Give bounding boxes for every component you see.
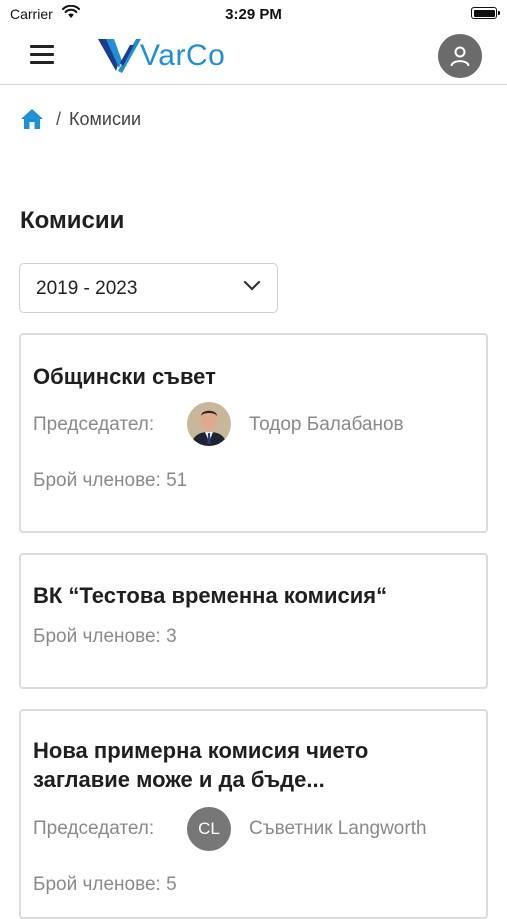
commission-title-line: заглавие може и да бъде...: [33, 767, 325, 792]
clock: 3:29 PM: [225, 6, 282, 23]
varco-logo-mark-icon: [98, 39, 141, 73]
commission-card[interactable]: Общински съвет Председател: Тодор Балаба…: [19, 333, 488, 533]
chair-label: Председател:: [33, 414, 155, 435]
breadcrumb-current: Комисии: [69, 108, 142, 129]
term-select-value: 2019 - 2023: [36, 278, 138, 299]
commission-title: Нова примерна комисия чието заглавие мож…: [33, 736, 473, 794]
status-bar: Carrier 3:29 PM: [0, 0, 507, 28]
members-count: Брой членове: 51: [33, 470, 188, 491]
term-select[interactable]: 2019 - 2023: [19, 263, 278, 313]
commission-card[interactable]: Нова примерна комисия чието заглавие мож…: [19, 709, 488, 919]
chair-avatar: CL: [187, 807, 231, 851]
commission-title-line: Нова примерна комисия чието: [33, 738, 369, 763]
chevron-down-icon: [243, 280, 261, 291]
profile-button[interactable]: [438, 34, 482, 78]
page-title: Комисии: [20, 207, 125, 234]
user-icon: [450, 46, 470, 67]
commission-title: Общински съвет: [33, 364, 216, 389]
chair-name: Тодор Балабанов: [249, 414, 404, 435]
members-count: Брой членове: 3: [33, 626, 177, 647]
hamburger-menu-icon[interactable]: [30, 45, 54, 65]
breadcrumb-separator: /: [56, 108, 62, 129]
chair-name: Съветник Langworth: [249, 818, 427, 839]
home-icon[interactable]: [20, 108, 44, 130]
battery-icon: [471, 7, 500, 19]
top-navbar: VarCo: [0, 28, 507, 85]
commission-card[interactable]: ВК “Тестова временна комисия“ Брой члено…: [19, 553, 488, 689]
members-count: Брой членове: 5: [33, 874, 177, 895]
commission-title: ВК “Тестова временна комисия“: [33, 583, 388, 608]
breadcrumb: / Комисии: [20, 108, 141, 130]
chair-avatar: [187, 402, 231, 446]
logo-text: VarCo: [140, 39, 226, 72]
chair-label: Председател:: [33, 818, 155, 839]
varco-logo[interactable]: VarCo: [96, 34, 225, 78]
